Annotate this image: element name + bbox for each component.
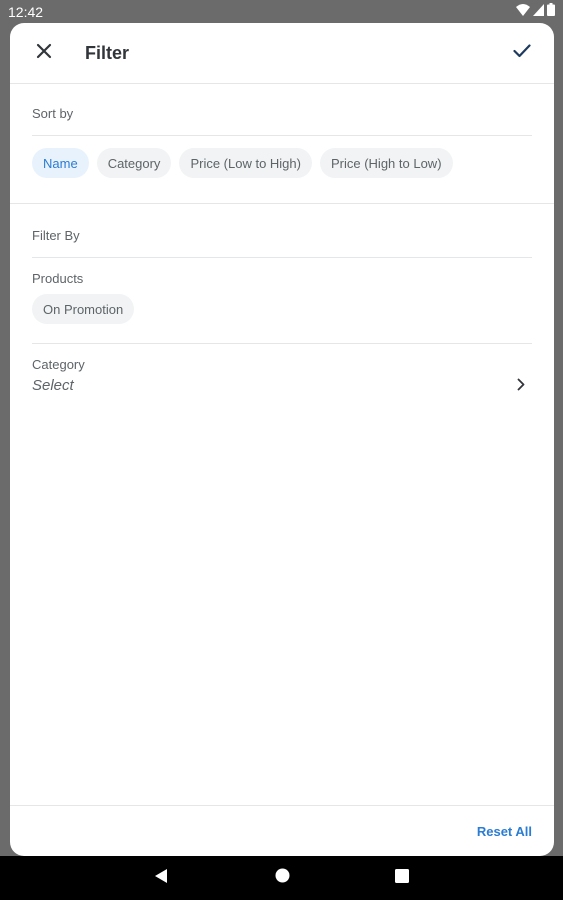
status-icons [516, 3, 555, 21]
sort-chip-category[interactable]: Category [96, 148, 172, 178]
back-icon [154, 868, 168, 889]
filter-by-label: Filter By [32, 228, 80, 243]
navigation-bar [0, 856, 563, 900]
page-title: Filter [85, 43, 130, 63]
sort-options: Name Category Price (Low to High) Price … [32, 148, 453, 178]
sort-by-label: Sort by [32, 106, 74, 121]
reset-all-button[interactable]: Reset All [477, 824, 532, 840]
close-icon [36, 43, 52, 64]
recents-button[interactable] [391, 868, 413, 888]
products-options: On Promotion [32, 294, 135, 324]
back-button[interactable] [150, 868, 172, 888]
filter-divider [32, 257, 532, 258]
home-button[interactable] [271, 868, 293, 888]
confirm-button[interactable] [508, 39, 536, 67]
filter-sheet: Filter Sort by Name Category Price (Low … [10, 23, 554, 856]
check-icon [513, 43, 531, 63]
sort-chip-price-high-low[interactable]: Price (High to Low) [319, 148, 453, 178]
close-button[interactable] [30, 39, 58, 67]
sort-chip-name[interactable]: Name [32, 148, 89, 178]
category-value: Select [32, 377, 74, 394]
recents-icon [395, 868, 409, 888]
products-label: Products [32, 271, 84, 286]
status-bar: 12:42 [0, 0, 563, 24]
category-label: Category [32, 357, 85, 372]
battery-icon [547, 3, 555, 21]
signal-icon [533, 3, 544, 21]
products-divider [32, 343, 532, 344]
header: Filter [10, 23, 554, 84]
category-selector[interactable]: Category Select [10, 353, 554, 401]
wifi-icon [516, 3, 530, 21]
product-chip-on-promotion[interactable]: On Promotion [32, 294, 135, 324]
footer: Reset All [10, 805, 554, 856]
sort-chip-price-low-high[interactable]: Price (Low to High) [179, 148, 312, 178]
section-divider [10, 203, 554, 204]
chevron-right-icon [514, 376, 528, 392]
home-icon [275, 868, 290, 888]
status-time: 12:42 [8, 4, 44, 20]
sort-divider [32, 135, 532, 136]
